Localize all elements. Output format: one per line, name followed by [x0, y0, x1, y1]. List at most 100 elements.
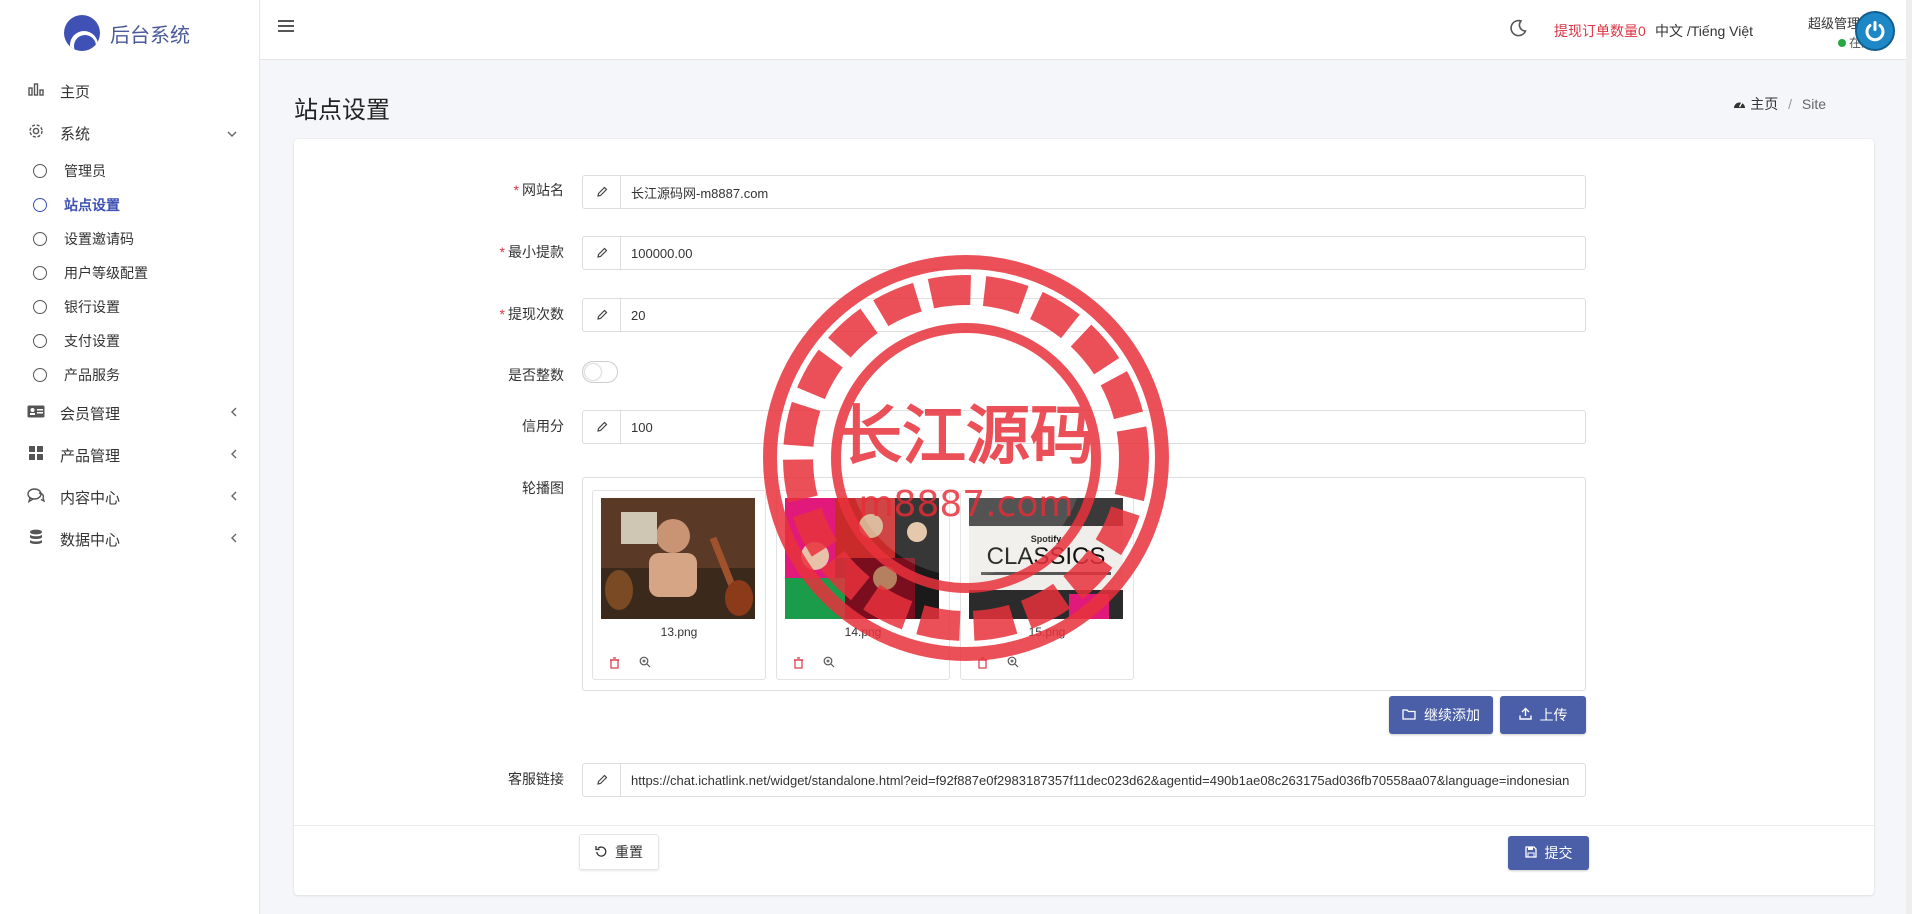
sidebar-item-label: 内容中心 — [60, 489, 121, 507]
topbar: 提现订单数量0 中文 /Tiếng Việt 超级管理员 在线 — [260, 0, 1912, 60]
pencil-icon — [583, 237, 621, 269]
credit-field[interactable]: 100 — [582, 410, 1586, 444]
min-withdraw-input[interactable]: 100000.00 — [621, 237, 1585, 269]
sidebar-subitem-site-settings[interactable]: 站点设置 — [0, 188, 259, 222]
submit-button[interactable]: 提交 — [1508, 836, 1589, 870]
sidebar-item-label: 系统 — [60, 125, 91, 143]
chat-icon — [26, 487, 46, 507]
trash-icon[interactable] — [977, 657, 988, 672]
carousel-thumb: Spotify CLASSICS 15.png — [960, 490, 1134, 680]
sidebar-subitem-label: 产品服务 — [64, 367, 120, 383]
sidebar-subitem-label: 银行设置 — [64, 299, 120, 315]
withdraw-times-field[interactable]: 20 — [582, 298, 1586, 332]
upload-icon — [1518, 707, 1532, 723]
sidebar-item-content[interactable]: 内容中心 — [0, 476, 259, 518]
carousel-upload-area[interactable]: 13.png 14.png Spotify CLASSICS 15.png — [582, 477, 1586, 691]
undo-icon — [595, 844, 607, 860]
upload-label: 上传 — [1539, 707, 1568, 723]
circle-icon — [33, 164, 47, 178]
sidebar-subitem-label: 管理员 — [64, 163, 106, 179]
continue-add-label: 继续添加 — [1424, 707, 1480, 723]
circle-icon — [33, 232, 47, 246]
site-name-field[interactable]: 长江源码网-m8887.com — [582, 175, 1586, 209]
pencil-icon — [583, 176, 621, 208]
sidebar-item-data[interactable]: 数据中心 — [0, 518, 259, 560]
dashboard-icon — [1733, 96, 1750, 112]
zoom-icon[interactable] — [639, 656, 651, 671]
carousel-filename: 14.png — [844, 625, 882, 639]
carousel-thumb: 13.png — [592, 490, 766, 680]
sidebar-subitem-user-level[interactable]: 用户等级配置 — [0, 256, 259, 290]
scrollbar[interactable] — [1906, 0, 1912, 914]
trash-icon[interactable] — [793, 657, 804, 672]
withdraw-order-count[interactable]: 提现订单数量0 — [1554, 21, 1646, 41]
brand[interactable]: 后台系统 — [0, 0, 259, 66]
pencil-icon — [583, 299, 621, 331]
sidebar-item-products[interactable]: 产品管理 — [0, 434, 259, 476]
breadcrumb-home[interactable]: 主页 — [1750, 96, 1778, 112]
integer-toggle[interactable] — [582, 361, 618, 383]
sidebar-item-home[interactable]: 主页 — [0, 70, 259, 112]
credit-label: 信用分 — [522, 418, 564, 434]
reset-label: 重置 — [615, 844, 643, 860]
online-dot-icon — [1837, 39, 1846, 47]
sidebar-subitem-label: 站点设置 — [64, 197, 120, 213]
site-name-input[interactable]: 长江源码网-m8887.com — [621, 176, 1585, 208]
circle-icon — [33, 368, 47, 382]
sidebar-item-system[interactable]: 系统 — [0, 112, 259, 154]
zoom-icon[interactable] — [823, 656, 835, 671]
support-link-field[interactable]: https://chat.ichatlink.net/widget/standa… — [582, 763, 1586, 797]
carousel-image[interactable]: Spotify CLASSICS — [969, 498, 1123, 619]
breadcrumb-current: Site — [1801, 96, 1826, 112]
carousel-label: 轮播图 — [522, 480, 564, 496]
sidebar-subitem-bank[interactable]: 银行设置 — [0, 290, 259, 324]
min-withdraw-label: * 最小提款 — [499, 244, 564, 260]
bar-chart-icon — [26, 82, 46, 100]
sidebar-subitem-label: 支付设置 — [64, 333, 120, 349]
sidebar-item-label: 主页 — [60, 83, 91, 101]
reset-button[interactable]: 重置 — [579, 834, 659, 870]
brand-logo — [64, 15, 100, 51]
folder-icon — [1402, 707, 1416, 723]
chevron-left-icon — [231, 406, 237, 420]
min-withdraw-field[interactable]: 100000.00 — [582, 236, 1586, 270]
settings-card: * 网站名 长江源码网-m8887.com * 最小提款 100000.00 * 提现… — [294, 139, 1874, 895]
chevron-down-icon — [227, 126, 237, 140]
breadcrumb-separator: / — [1788, 96, 1792, 112]
chevron-left-icon — [231, 448, 237, 462]
sidebar-subitem-label: 用户等级配置 — [64, 265, 148, 281]
support-link-input[interactable]: https://chat.ichatlink.net/widget/standa… — [621, 764, 1585, 796]
dark-mode-icon[interactable] — [1508, 18, 1528, 44]
sidebar-subitem-payment[interactable]: 支付设置 — [0, 324, 259, 358]
withdraw-times-input[interactable]: 20 — [621, 299, 1585, 331]
grid-icon — [26, 445, 46, 465]
zoom-icon[interactable] — [1007, 656, 1019, 671]
trash-icon[interactable] — [609, 657, 620, 672]
submit-label: 提交 — [1544, 845, 1573, 861]
pencil-icon — [583, 411, 621, 443]
sidebar-item-members[interactable]: 会员管理 — [0, 392, 259, 434]
sidebar-subitem-invite-code[interactable]: 设置邀请码 — [0, 222, 259, 256]
avatar[interactable] — [1855, 11, 1895, 51]
language-switch[interactable]: 中文 /Tiếng Việt — [1655, 21, 1753, 41]
sidebar-subitem-product-service[interactable]: 产品服务 — [0, 358, 259, 392]
continue-add-button[interactable]: 继续添加 — [1389, 696, 1493, 734]
circle-icon — [33, 334, 47, 348]
pencil-icon — [583, 764, 621, 796]
save-icon — [1524, 845, 1537, 861]
credit-input[interactable]: 100 — [621, 411, 1585, 443]
sidebar-nav: 主页 系统 管理员 站点设置 设置邀请码 用户等级配置 银行设置 支付设置 产品… — [0, 70, 259, 560]
breadcrumb: 主页 / Site — [1733, 94, 1826, 114]
sidebar-subitem-admin[interactable]: 管理员 — [0, 154, 259, 188]
sidebar: 后台系统 主页 系统 管理员 站点设置 设置邀请码 用户等级配置 银行设置 支付… — [0, 0, 260, 914]
carousel-image[interactable] — [601, 498, 755, 619]
thumb-classics-text: CLASSICS — [987, 543, 1106, 570]
upload-button[interactable]: 上传 — [1500, 696, 1586, 734]
carousel-image[interactable] — [785, 498, 939, 619]
menu-toggle-icon[interactable] — [278, 16, 294, 39]
integer-label: 是否整数 — [508, 367, 564, 383]
circle-icon — [33, 198, 47, 212]
chevron-left-icon — [231, 490, 237, 504]
sidebar-item-label: 产品管理 — [60, 447, 121, 465]
circle-icon — [33, 266, 47, 280]
